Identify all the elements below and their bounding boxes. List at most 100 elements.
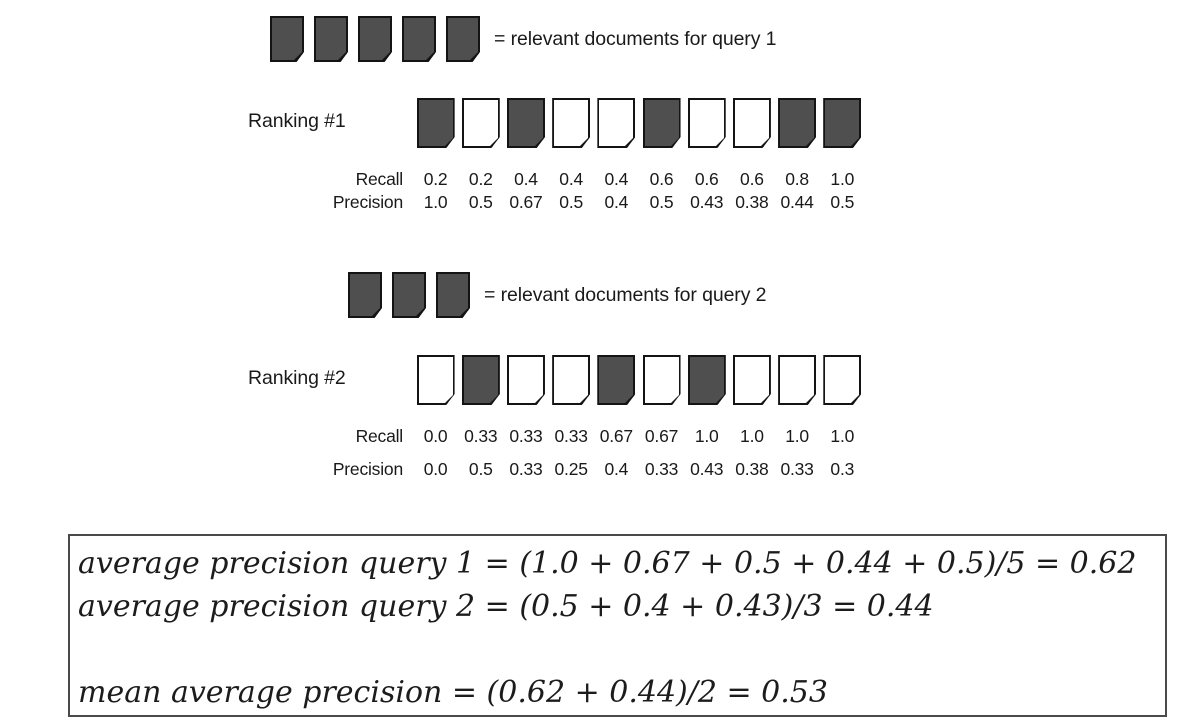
legend-query-2-documents — [348, 272, 470, 318]
document-icon — [402, 16, 436, 62]
non-relevant-document-icon — [552, 355, 591, 405]
ranking-2-precision-values: 0.0 0.5 0.33 0.25 0.4 0.33 0.43 0.38 0.33 0.3 — [413, 459, 865, 480]
non-relevant-document-icon — [416, 355, 455, 405]
metric-value: 0.6 — [740, 169, 764, 189]
metric-value: 0.0 — [423, 426, 448, 446]
non-relevant-document-icon — [461, 98, 500, 148]
formula-box: average precision query 1 = (1.0 + 0.67 … — [68, 534, 1167, 717]
non-relevant-document-icon — [732, 98, 771, 148]
average-precision-query-2-formula: average precision query 2 = (0.5 + 0.4 +… — [78, 589, 934, 624]
relevant-document-icon — [823, 98, 862, 148]
metric-value: 0.0 — [423, 459, 448, 479]
non-relevant-document-icon — [597, 98, 636, 148]
document-cell — [549, 355, 594, 405]
metric-value: 0.2 — [423, 169, 448, 189]
relevant-document-icon — [506, 98, 545, 148]
non-relevant-document-icon — [506, 355, 545, 405]
metric-value: 0.33 — [644, 459, 679, 479]
document-icon — [392, 272, 426, 318]
metric-value: 0.67 — [644, 426, 679, 446]
metric-value: 0.67 — [509, 192, 543, 212]
non-relevant-document-icon — [732, 355, 771, 405]
mean-average-precision-formula: mean average precision = (0.62 + 0.44)/2… — [78, 675, 828, 710]
document-icon — [358, 16, 392, 62]
document-cell — [594, 98, 639, 148]
average-precision-query-1-formula: average precision query 1 = (1.0 + 0.67 … — [78, 546, 1137, 581]
metric-value: 1.0 — [740, 426, 764, 446]
document-icon — [270, 16, 304, 62]
legend-query-1-label: = relevant documents for query 1 — [494, 27, 777, 50]
legend-query-2-label: = relevant documents for query 2 — [484, 283, 767, 306]
metric-value: 0.43 — [690, 192, 724, 212]
metric-value: 0.4 — [604, 169, 629, 189]
metric-value: 1.0 — [785, 426, 809, 446]
document-icon — [446, 16, 480, 62]
metric-value: 1.0 — [830, 426, 855, 446]
relevant-document-icon — [416, 98, 455, 148]
document-cell — [820, 98, 865, 148]
metric-value: 0.33 — [509, 459, 543, 479]
ranking-1-document-row — [413, 98, 865, 148]
metric-value: 0.4 — [604, 459, 629, 479]
document-cell — [684, 98, 729, 148]
metric-value: 0.44 — [780, 192, 814, 212]
document-icon — [348, 272, 382, 318]
document-cell — [594, 355, 639, 405]
document-cell — [729, 98, 774, 148]
metric-value: 0.3 — [830, 459, 855, 479]
legend-query-2: = relevant documents for query 2 — [348, 272, 767, 318]
metric-value: 0.33 — [509, 426, 543, 446]
metric-value: 0.33 — [780, 459, 814, 479]
relevant-document-icon — [778, 98, 817, 148]
document-cell — [458, 98, 503, 148]
document-cell — [413, 98, 458, 148]
metric-value: 1.0 — [830, 169, 855, 189]
metric-value: 0.5 — [559, 192, 584, 212]
ranking-2-recall-values: 0.0 0.33 0.33 0.33 0.67 0.67 1.0 1.0 1.0 1.0 — [413, 426, 865, 447]
ranking-2-precision-label: Precision — [332, 459, 403, 479]
metric-value: 0.5 — [468, 459, 493, 479]
legend-query-1: = relevant documents for query 1 — [270, 16, 777, 62]
ranking-1-label: Ranking #1 — [248, 110, 346, 132]
relevant-document-icon — [687, 355, 726, 405]
document-cell — [639, 355, 684, 405]
metric-value: 0.8 — [785, 169, 809, 189]
non-relevant-document-icon — [823, 355, 862, 405]
non-relevant-document-icon — [687, 98, 726, 148]
legend-query-1-documents — [270, 16, 480, 62]
relevant-document-icon — [461, 355, 500, 405]
document-cell — [549, 98, 594, 148]
metric-value: 0.5 — [830, 192, 855, 212]
relevant-document-icon — [642, 98, 681, 148]
metric-value: 0.25 — [554, 459, 588, 479]
metric-value: 0.5 — [468, 192, 493, 212]
document-cell — [458, 355, 503, 405]
formula-spacer — [78, 628, 1159, 671]
metric-value: 0.5 — [649, 192, 674, 212]
document-cell — [503, 355, 548, 405]
metric-value: 0.38 — [735, 192, 769, 212]
metric-value: 0.67 — [599, 426, 633, 446]
document-icon — [314, 16, 348, 62]
metric-value: 0.33 — [464, 426, 498, 446]
ranking-1-recall-values: 0.2 0.2 0.4 0.4 0.4 0.6 0.6 0.6 0.8 1.0 — [413, 169, 865, 190]
ranking-1-precision-values: 1.0 0.5 0.67 0.5 0.4 0.5 0.43 0.38 0.44 0.5 — [413, 192, 865, 213]
document-cell — [775, 355, 820, 405]
document-cell — [684, 355, 729, 405]
non-relevant-document-icon — [778, 355, 817, 405]
ranking-2-recall-label: Recall — [355, 426, 404, 446]
document-cell — [820, 355, 865, 405]
document-cell — [503, 98, 548, 148]
metric-value: 0.43 — [690, 459, 724, 479]
ranking-2-document-row — [413, 355, 865, 405]
relevant-document-icon — [597, 355, 636, 405]
metric-value: 0.2 — [468, 169, 493, 189]
document-icon — [436, 272, 470, 318]
ranking-1-precision-label: Precision — [332, 192, 403, 212]
ranking-1-recall-label: Recall — [355, 169, 404, 189]
document-cell — [413, 355, 458, 405]
metric-value: 0.4 — [604, 192, 629, 212]
non-relevant-document-icon — [552, 98, 591, 148]
metric-value: 0.33 — [554, 426, 588, 446]
metric-value: 1.0 — [694, 426, 719, 446]
